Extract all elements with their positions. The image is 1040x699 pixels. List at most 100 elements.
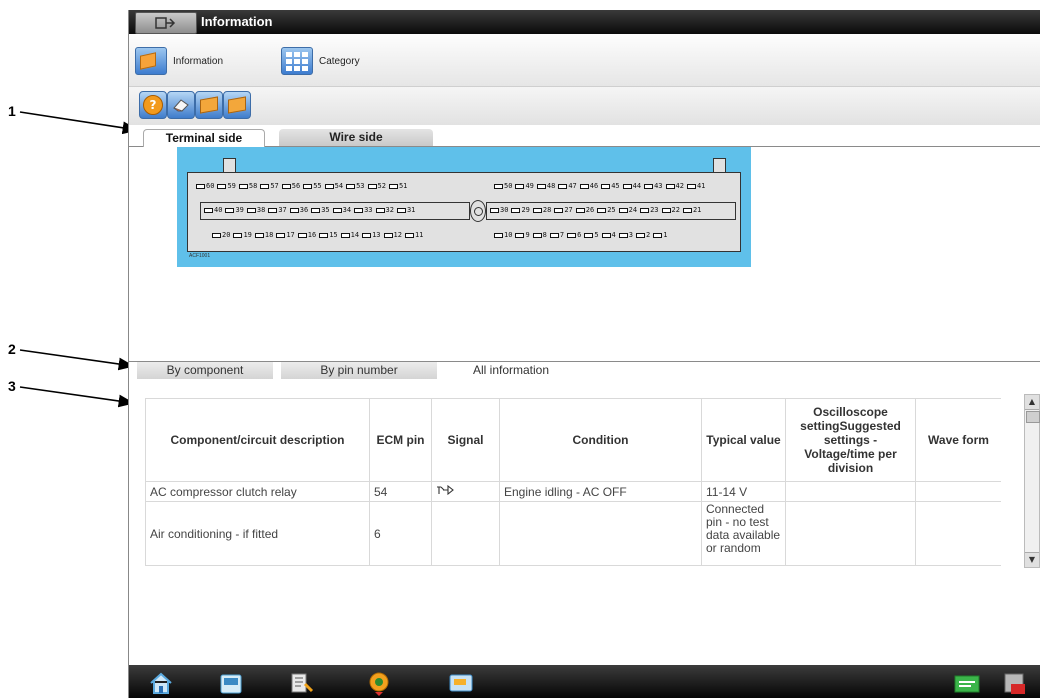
connector-pin: 43 xyxy=(644,182,663,190)
pin-number: 28 xyxy=(542,206,552,214)
cell-waveform xyxy=(915,481,1001,502)
connector-pin: 10 xyxy=(494,231,512,239)
pin-number: 20 xyxy=(222,231,231,239)
column-header-ecm-pin[interactable]: ECM pin xyxy=(369,398,432,482)
connector-lock-oval xyxy=(470,200,486,222)
connector-pin: 1 xyxy=(653,231,667,239)
cell-signal xyxy=(431,501,500,566)
home-icon[interactable] xyxy=(147,670,175,696)
pin-contact-icon xyxy=(324,183,334,189)
pin-row-top-right: 50 49 48 47 46 45 44 43 42 41 xyxy=(494,180,708,192)
tab-wire-side[interactable]: Wire side xyxy=(279,129,433,146)
tab-all-information[interactable]: All information xyxy=(441,362,581,379)
connector-key-right xyxy=(713,158,726,173)
pin-number: 52 xyxy=(377,182,386,190)
connector-pin: 41 xyxy=(686,182,705,190)
cell-oscilloscope xyxy=(785,481,916,502)
pin-number: 17 xyxy=(286,231,295,239)
cell-ecm-pin: 54 xyxy=(369,481,432,502)
connector-pin: 34 xyxy=(332,206,351,214)
table-scrollbar[interactable]: ▲ ▼ xyxy=(1024,394,1040,568)
document-button-1[interactable] xyxy=(195,91,223,119)
pin-contact-icon xyxy=(311,207,321,213)
connector-pin: 25 xyxy=(597,206,616,214)
pin-contact-icon xyxy=(597,207,607,213)
pin-number: 29 xyxy=(521,206,530,214)
eraser-button[interactable] xyxy=(167,91,195,119)
pin-contact-icon xyxy=(661,207,671,213)
table-row[interactable]: AC compressor clutch relay 54 Engine idl… xyxy=(145,481,1001,502)
cell-oscilloscope xyxy=(785,501,916,566)
pin-contact-icon xyxy=(494,183,503,189)
pin-contact-icon xyxy=(554,207,564,213)
column-header-typical-value[interactable]: Typical value xyxy=(701,398,786,482)
main-toolbar: Information Category xyxy=(129,34,1040,87)
tab-terminal-side[interactable]: Terminal side xyxy=(143,129,265,147)
pin-contact-icon xyxy=(332,207,342,213)
pin-number: 24 xyxy=(628,206,638,214)
column-header-signal[interactable]: Signal xyxy=(431,398,500,482)
pin-number: 21 xyxy=(692,206,702,214)
help-icon: ? xyxy=(143,95,163,115)
pin-contact-icon xyxy=(567,232,577,238)
pin-number: 6 xyxy=(577,231,582,239)
column-header-condition[interactable]: Condition xyxy=(499,398,702,482)
pin-contact-icon xyxy=(340,232,350,238)
pin-contact-icon xyxy=(682,207,692,213)
pin-contact-icon xyxy=(383,232,393,238)
pin-contact-icon xyxy=(575,207,585,213)
pin-number: 38 xyxy=(256,206,266,214)
connector-pin: 53 xyxy=(346,182,365,190)
information-button-label: Information xyxy=(173,55,224,67)
pin-contact-icon xyxy=(276,232,286,238)
pin-contact-icon xyxy=(233,232,243,238)
tools-icon[interactable] xyxy=(287,670,315,696)
pin-contact-icon xyxy=(396,207,406,213)
tab-by-pin-number[interactable]: By pin number xyxy=(281,362,437,379)
pin-contact-icon xyxy=(297,232,307,238)
pin-number: 26 xyxy=(585,206,595,214)
pin-number: 18 xyxy=(264,231,274,239)
information-button[interactable]: Information xyxy=(135,46,223,76)
connector-pin: 46 xyxy=(579,182,598,190)
exit-icon[interactable] xyxy=(1001,670,1029,696)
pin-contact-icon xyxy=(404,232,414,238)
pin-number: 55 xyxy=(313,182,322,190)
pin-contact-icon xyxy=(367,183,377,189)
shop-icon[interactable] xyxy=(953,670,981,696)
callout-1-arrow xyxy=(19,111,139,135)
connector-pin: 24 xyxy=(618,206,638,214)
pin-number: 33 xyxy=(364,206,373,214)
tool-toolbar: ? xyxy=(129,87,1040,125)
category-button[interactable]: Category xyxy=(281,46,360,76)
pin-data-table: Component/circuit description ECM pin Si… xyxy=(145,398,1001,566)
vehicle-icon[interactable] xyxy=(365,670,393,696)
connector-pin: 47 xyxy=(558,182,577,190)
pin-contact-icon xyxy=(536,183,546,189)
help-button[interactable]: ? xyxy=(139,91,167,119)
scroll-down-icon[interactable]: ▼ xyxy=(1025,552,1039,567)
connector-pin: 28 xyxy=(532,206,552,214)
column-header-component[interactable]: Component/circuit description xyxy=(145,398,370,482)
scroll-up-icon[interactable]: ▲ xyxy=(1025,395,1039,410)
pin-number: 56 xyxy=(291,182,301,190)
information-window-icon[interactable] xyxy=(135,12,197,34)
tab-by-component[interactable]: By component xyxy=(137,362,273,379)
pin-contact-icon xyxy=(196,183,205,189)
category-button-label: Category xyxy=(319,55,360,67)
column-header-waveform[interactable]: Wave form xyxy=(915,398,1001,482)
column-header-oscilloscope[interactable]: Oscilloscope settingSuggested settings -… xyxy=(785,398,916,482)
document-button-2[interactable] xyxy=(223,91,251,119)
scanner-icon[interactable] xyxy=(217,670,245,696)
connector-pin: 33 xyxy=(354,206,373,214)
pin-contact-icon xyxy=(579,183,589,189)
connector-label: ACF1001 xyxy=(189,253,211,259)
pin-contact-icon xyxy=(375,207,385,213)
table-row[interactable]: Air conditioning - if fitted 6 Connected… xyxy=(145,501,1001,566)
pin-contact-icon xyxy=(549,232,559,238)
data-icon[interactable] xyxy=(447,670,475,696)
pin-contact-icon xyxy=(511,207,521,213)
pin-number: 27 xyxy=(564,206,573,214)
scrollbar-thumb[interactable] xyxy=(1026,411,1040,423)
pin-contact-icon xyxy=(238,183,248,189)
